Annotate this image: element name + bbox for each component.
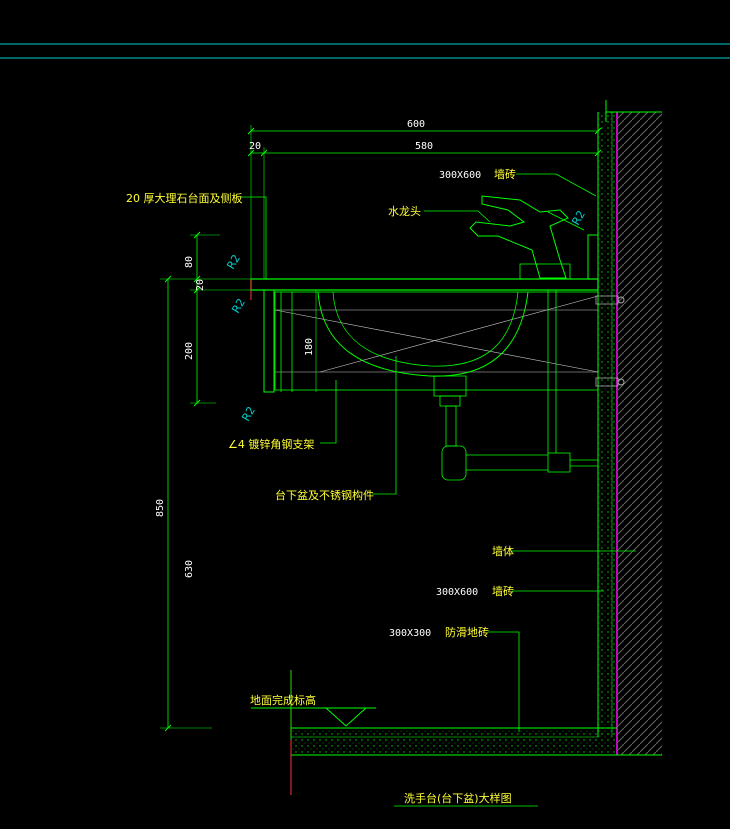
label-floor-tile: 防滑地砖 [445, 625, 489, 639]
steel-bracket [274, 291, 599, 392]
label-wall-tile: 墙砖 [494, 167, 516, 181]
label-wall-tile-code: 300X600 [439, 170, 481, 181]
drawing-border [0, 43, 730, 59]
countertop [250, 234, 599, 393]
label-bracket: ∠4 镀锌角钢支架 [228, 437, 314, 451]
label-floor-level: 地面完成标高 [250, 693, 316, 707]
drawing-title: 洗手台(台下盆)大样图 [404, 791, 512, 805]
radius-mark: R2 [239, 404, 258, 423]
top-dimensions: 600 20 580 [247, 119, 602, 279]
dim-80: 80 [184, 256, 195, 268]
dim-180: 180 [304, 338, 315, 356]
radius-mark: R2 [569, 208, 588, 227]
label-countertop: 20 厚大理石台面及侧板 [126, 191, 243, 205]
label-wall-tile-code-lower: 300X600 [436, 587, 478, 598]
label-floor-tile-code: 300X300 [389, 628, 431, 639]
dim-630: 630 [184, 560, 195, 578]
dim-200: 200 [184, 342, 195, 360]
wall-tile-layer [597, 112, 617, 737]
faucet [469, 195, 585, 280]
radius-mark: R2 [224, 252, 243, 271]
dim-top-inner: 580 [415, 141, 433, 152]
radius-mark: R2 [229, 296, 248, 315]
dim-850: 850 [155, 499, 166, 517]
dim-top-offset: 20 [249, 141, 261, 152]
cad-drawing: 600 20 580 80 20 200 850 630 180 R2 R2 R… [0, 43, 730, 807]
label-wall-tile-lower: 墙砖 [492, 584, 514, 598]
radius-marks: R2 R2 R2 R2 [224, 208, 588, 423]
floor-level-marker [251, 707, 376, 727]
dim-20: 20 [195, 279, 206, 291]
label-faucet: 水龙头 [388, 205, 421, 218]
label-wall-body: 墙体 [492, 544, 514, 558]
label-basin: 台下盆及不锈钢构件 [275, 488, 374, 502]
dim-top-total: 600 [407, 119, 425, 130]
